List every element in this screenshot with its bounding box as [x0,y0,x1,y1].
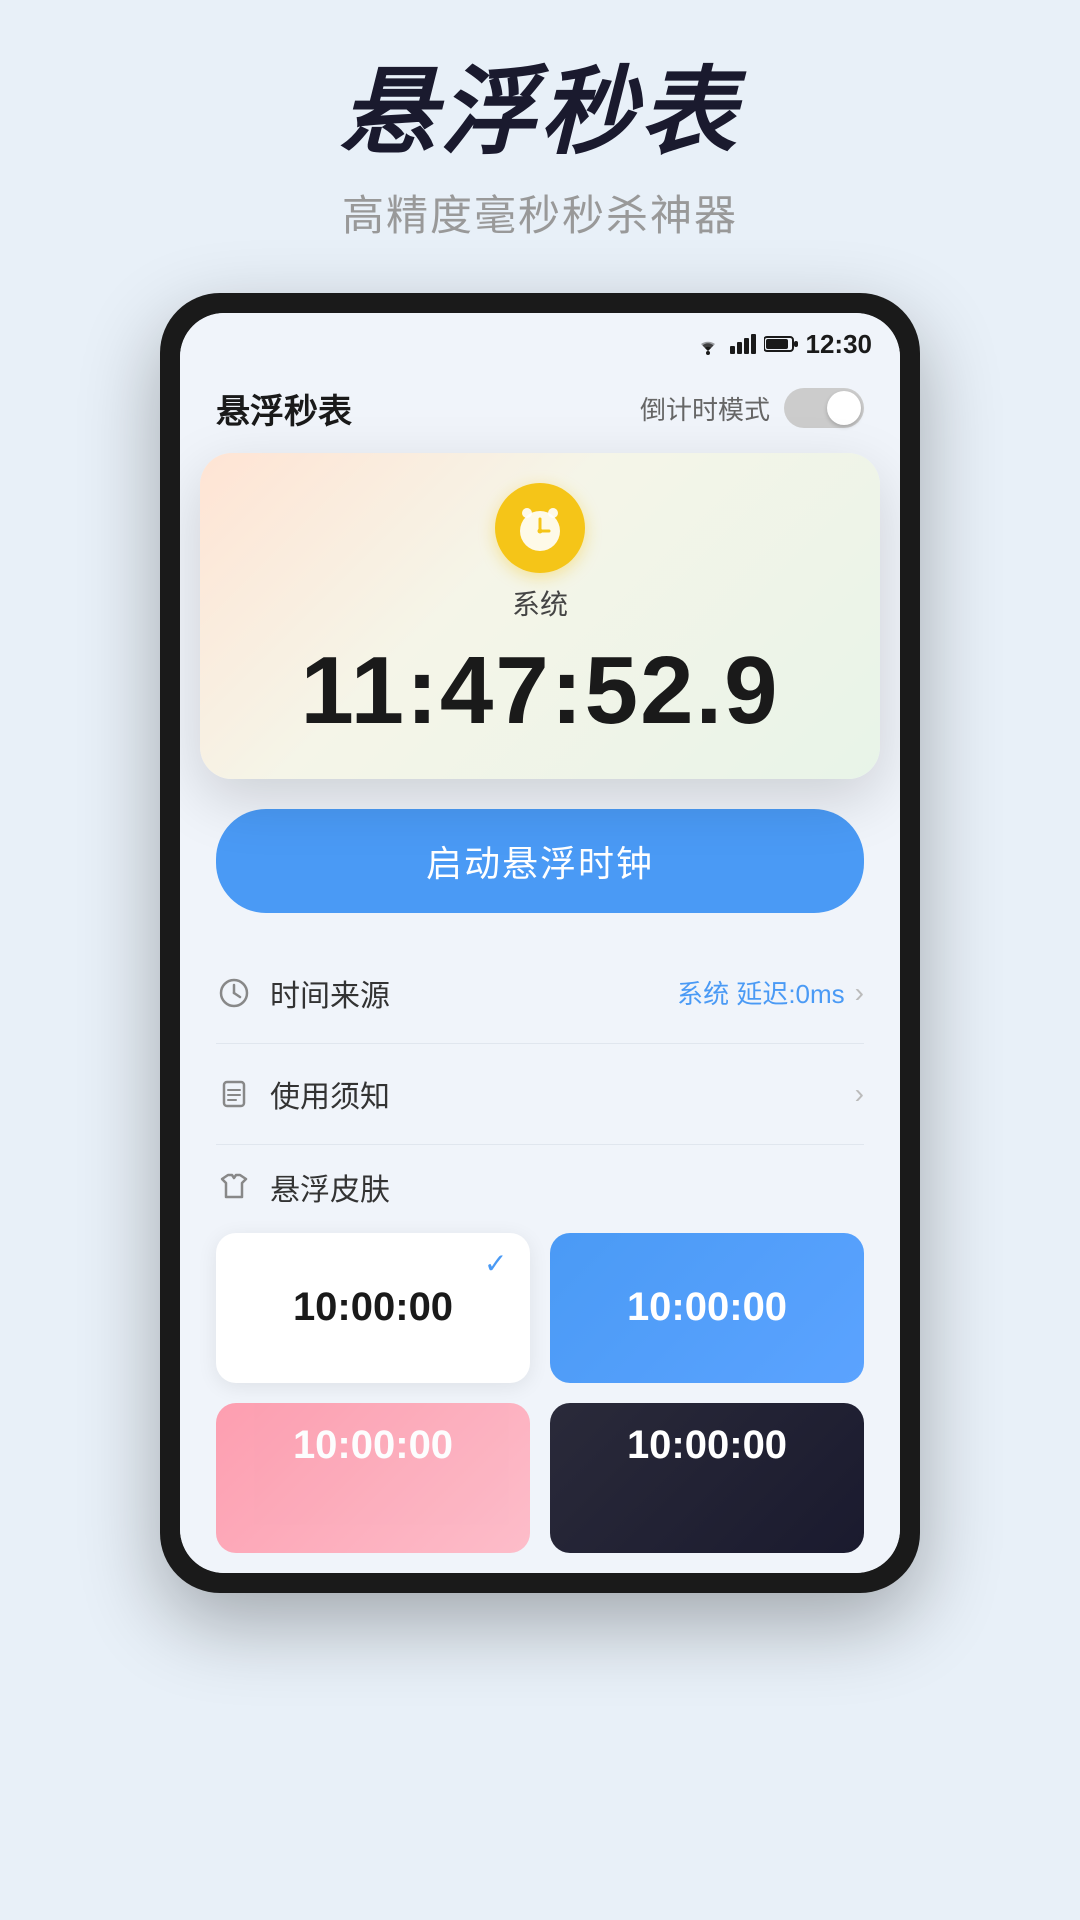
chevron-right-icon-2: › [855,1078,864,1110]
skin-card-blue[interactable]: 10:00:00 [550,1233,864,1383]
battery-icon [764,335,798,353]
toggle-thumb [827,391,861,425]
phone-frame: 12:30 悬浮秒表 倒计时模式 [160,293,920,1593]
skin-title: 悬浮皮肤 [270,1165,390,1209]
skin-card-white[interactable]: ✓ 10:00:00 [216,1233,530,1383]
alarm-clock-icon [513,501,567,555]
header-area: 悬浮秒表 高精度毫秒秒杀神器 [0,0,1080,263]
countdown-mode: 倒计时模式 [640,388,864,428]
main-title: 悬浮秒表 [40,60,1040,166]
clock-menu-icon [216,975,252,1011]
skin-grid: ✓ 10:00:00 10:00:00 10:00:00 10:00:00 [216,1233,864,1573]
skin-card-pink[interactable]: 10:00:00 [216,1403,530,1553]
skin-section: 悬浮皮肤 ✓ 10:00:00 10:00:00 10:00:00 [216,1145,864,1573]
status-bar: 12:30 [180,313,900,368]
time-display: 11:47:52.9 [300,643,779,739]
skin-time-pink: 10:00:00 [293,1423,453,1468]
floating-card: 系统 11:47:52.9 [200,453,880,779]
menu-item-usage-notice[interactable]: 使用须知 › [216,1044,864,1145]
status-icons: 12:30 [694,329,873,360]
clock-icon-wrapper [495,483,585,573]
skin-time-blue: 10:00:00 [627,1285,787,1330]
status-time: 12:30 [806,329,873,360]
skin-time-white: 10:00:00 [293,1285,453,1330]
app-title: 悬浮秒表 [216,384,352,433]
usage-notice-label: 使用须知 [270,1072,390,1116]
time-source-label: 时间来源 [270,971,390,1015]
countdown-label: 倒计时模式 [640,390,770,427]
menu-item-time-source[interactable]: 时间来源 系统 延迟:0ms › [216,943,864,1044]
skin-header: 悬浮皮肤 [216,1165,864,1209]
shirt-icon [216,1169,252,1205]
menu-section: 时间来源 系统 延迟:0ms › [216,943,864,1145]
sub-title: 高精度毫秒秒杀神器 [40,182,1040,243]
screen-content: 启动悬浮时钟 时间来源 [180,779,900,1573]
wifi-icon [694,333,722,355]
start-floating-clock-button[interactable]: 启动悬浮时钟 [216,809,864,913]
chevron-right-icon: › [855,977,864,1009]
skin-card-dark[interactable]: 10:00:00 [550,1403,864,1553]
signal-icon [730,334,756,354]
system-source-label: 系统 [512,583,568,623]
phone-screen: 12:30 悬浮秒表 倒计时模式 [180,313,900,1573]
skin-time-dark: 10:00:00 [627,1423,787,1468]
countdown-toggle[interactable] [784,388,864,428]
selected-checkmark: ✓ [484,1247,516,1279]
doc-menu-icon [216,1076,252,1112]
time-source-value: 系统 延迟:0ms [677,974,845,1011]
app-header: 悬浮秒表 倒计时模式 [180,368,900,453]
